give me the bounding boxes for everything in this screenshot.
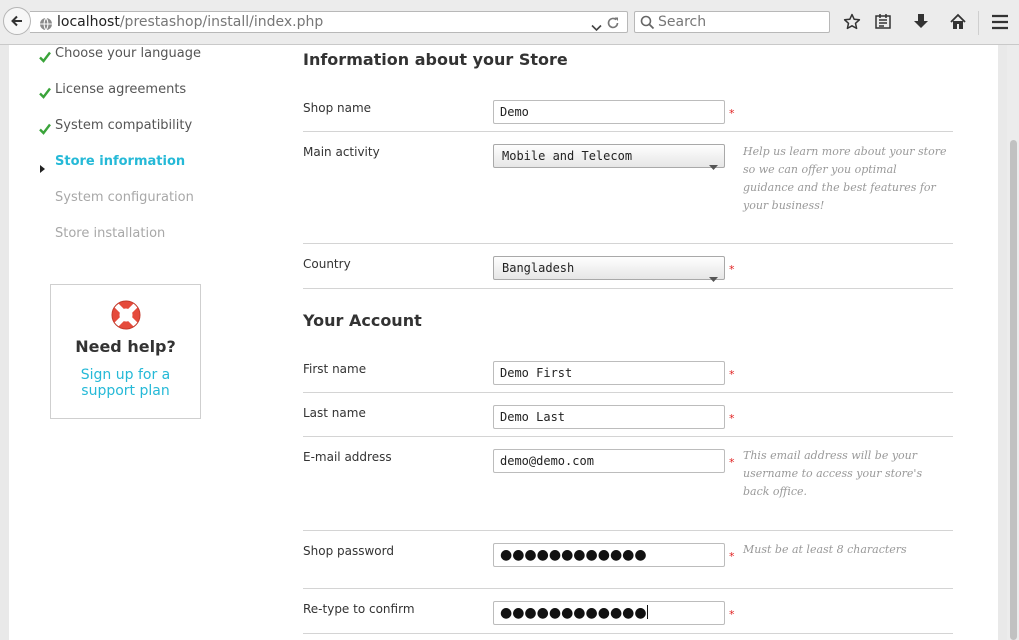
- email-hint: This email address will be your username…: [743, 447, 958, 501]
- search-input[interactable]: [658, 13, 826, 31]
- url-path: /prestashop/install/index.php: [119, 14, 324, 30]
- dropdown-arrow-icon: [709, 155, 718, 174]
- country-value: Bangladesh: [502, 261, 575, 275]
- browser-toolbar: localhost/prestashop/install/index.php: [0, 0, 1019, 45]
- divider: [303, 633, 953, 634]
- help-title: Need help?: [75, 337, 176, 356]
- confirm-password-input[interactable]: ●●●●●●●●●●●●: [493, 601, 725, 625]
- home-icon[interactable]: [949, 13, 967, 35]
- last-name-label: Last name: [303, 406, 366, 420]
- divider: [303, 131, 953, 132]
- required-mark: *: [729, 412, 735, 425]
- step-license-agreements[interactable]: License agreements: [55, 81, 186, 99]
- store-section-title: Information about your Store: [303, 50, 568, 69]
- confirm-mask: ●●●●●●●●●●●●: [500, 605, 647, 621]
- main-activity-hint: Help us learn more about your store so w…: [743, 143, 958, 215]
- required-mark: *: [729, 456, 735, 469]
- step-store-information[interactable]: Store information: [55, 153, 185, 171]
- menu-icon[interactable]: [991, 14, 1009, 34]
- globe-icon: [39, 16, 53, 35]
- first-name-label: First name: [303, 362, 367, 376]
- url-host: localhost: [57, 14, 120, 30]
- main-activity-value: Mobile and Telecom: [502, 149, 633, 163]
- hint-line: so we can offer you optimal: [743, 163, 897, 176]
- password-label: Shop password: [303, 544, 394, 558]
- hint-line: your business!: [743, 199, 825, 212]
- main-activity-label: Main activity: [303, 145, 380, 159]
- hint-line: This email address will be your: [743, 449, 918, 462]
- check-icon: [39, 120, 51, 139]
- reload-icon[interactable]: [606, 15, 620, 34]
- required-mark: *: [729, 107, 735, 120]
- scrollbar[interactable]: [1007, 45, 1019, 640]
- divider: [303, 288, 953, 289]
- hint-line: back office.: [743, 485, 808, 498]
- country-label: Country: [303, 257, 351, 271]
- dropdown-arrow-icon: [709, 267, 718, 286]
- country-select[interactable]: Bangladesh: [493, 256, 725, 282]
- scrollbar-thumb[interactable]: [1010, 140, 1017, 640]
- help-box: Need help? Sign up for a support plan: [50, 284, 201, 419]
- confirm-password-label: Re-type to confirm: [303, 602, 415, 616]
- check-icon: [39, 84, 51, 103]
- hint-line: guidance and the best features for: [743, 181, 936, 194]
- required-mark: *: [729, 608, 735, 621]
- password-hint: Must be at least 8 characters: [743, 543, 907, 556]
- lifebuoy-icon: [110, 299, 142, 335]
- back-arrow-icon: [11, 15, 22, 27]
- main-activity-select[interactable]: Mobile and Telecom: [493, 144, 725, 170]
- url-text[interactable]: localhost/prestashop/install/index.php: [57, 14, 323, 30]
- shop-name-input[interactable]: [493, 100, 725, 124]
- text-caret: [646, 605, 648, 619]
- required-mark: *: [729, 263, 735, 276]
- hint-line: Help us learn more about your store: [743, 145, 947, 158]
- search-bar[interactable]: [634, 11, 830, 33]
- first-name-input[interactable]: [493, 361, 725, 385]
- email-input[interactable]: [493, 449, 725, 473]
- divider: [303, 436, 953, 437]
- divider: [303, 392, 953, 393]
- support-link-line2: support plan: [81, 383, 170, 399]
- step-choose-language[interactable]: Choose your language: [55, 45, 201, 63]
- caret-right-icon: [40, 158, 46, 177]
- divider: [303, 243, 953, 244]
- account-section-title: Your Account: [303, 311, 422, 330]
- chevron-down-icon[interactable]: [591, 17, 602, 36]
- email-label: E-mail address: [303, 450, 392, 464]
- toolbar-divider: [978, 11, 979, 35]
- password-input[interactable]: ●●●●●●●●●●●●: [493, 543, 725, 567]
- last-name-input[interactable]: [493, 405, 725, 429]
- step-system-compatibility[interactable]: System compatibility: [55, 117, 192, 135]
- back-button[interactable]: [3, 7, 31, 35]
- reading-list-icon[interactable]: [874, 13, 892, 35]
- divider: [303, 588, 953, 589]
- hint-line: username to access your store's: [743, 467, 923, 480]
- password-mask: ●●●●●●●●●●●●: [500, 547, 647, 563]
- search-icon: [640, 15, 655, 34]
- support-link-line1: Sign up for a: [80, 367, 171, 383]
- support-plan-link[interactable]: Sign up for a support plan: [51, 367, 200, 399]
- shop-name-label: Shop name: [303, 101, 372, 115]
- star-icon[interactable]: [843, 13, 861, 35]
- step-store-installation: Store installation: [55, 226, 166, 241]
- divider: [303, 530, 953, 531]
- page-content: Choose your language License agreements …: [9, 45, 998, 640]
- step-system-configuration: System configuration: [55, 190, 194, 205]
- required-mark: *: [729, 368, 735, 381]
- required-mark: *: [729, 550, 735, 563]
- check-icon: [39, 48, 51, 67]
- url-bar[interactable]: localhost/prestashop/install/index.php: [30, 11, 628, 33]
- download-icon[interactable]: [913, 13, 929, 35]
